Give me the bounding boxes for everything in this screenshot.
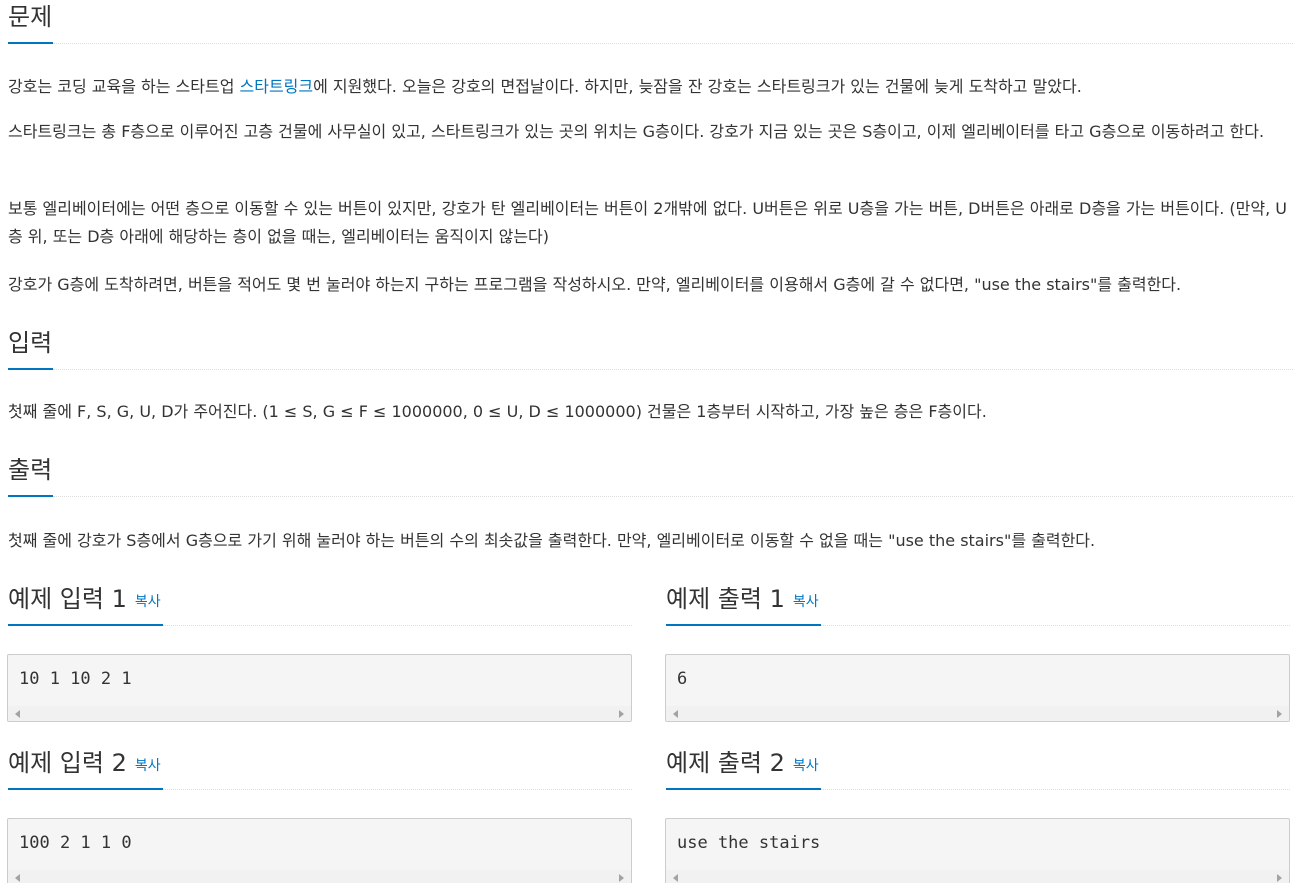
sample-input-1-header: 예제 입력 1 복사 xyxy=(8,582,632,626)
problem-title-divider xyxy=(53,43,1293,44)
output-title-underline xyxy=(8,495,53,497)
sample-output-2-box[interactable]: use the stairs xyxy=(665,818,1290,883)
copy-sample-input-2-button[interactable]: 복사 xyxy=(135,758,161,774)
sample-output-1-scrollbar[interactable] xyxy=(666,706,1289,721)
copy-sample-output-1-button[interactable]: 복사 xyxy=(793,594,819,610)
sample-output-1-divider xyxy=(821,625,1290,626)
sample-input-2-box[interactable]: 100 2 1 1 0 xyxy=(7,818,632,883)
sample-output-2-underline xyxy=(666,788,821,790)
sample-output-1-code: 6 xyxy=(677,669,688,689)
sample-input-1-title: 예제 입력 1 xyxy=(8,585,127,613)
sample-output-2-code: use the stairs xyxy=(677,833,821,853)
problem-title-underline xyxy=(8,42,53,44)
scroll-left-arrow-icon[interactable] xyxy=(673,874,678,882)
problem-title: 문제 xyxy=(8,3,53,31)
sample-input-1-divider xyxy=(163,625,632,626)
input-section-header: 입력 xyxy=(8,326,1293,370)
scroll-left-arrow-icon[interactable] xyxy=(15,874,20,882)
sample-input-1-scrollbar[interactable] xyxy=(8,706,631,721)
problem-paragraph-3: 보통 엘리베이터에는 어떤 층으로 이동할 수 있는 버튼이 있지만, 강호가 … xyxy=(8,199,1287,246)
sample-input-1-box[interactable]: 10 1 10 2 1 xyxy=(7,654,632,722)
output-description: 첫째 줄에 강호가 S층에서 G층으로 가기 위해 눌러야 하는 버튼의 수의 … xyxy=(8,531,1096,550)
scroll-left-arrow-icon[interactable] xyxy=(673,710,678,718)
scroll-right-arrow-icon[interactable] xyxy=(619,710,624,718)
copy-sample-input-1-button[interactable]: 복사 xyxy=(135,594,161,610)
sample-input-1-code: 10 1 10 2 1 xyxy=(19,669,132,689)
problem-page: 문제 강호는 코딩 교육을 하는 스타트업 스타트링크에 지원했다. 오늘은 강… xyxy=(0,0,1301,883)
input-title-underline xyxy=(8,368,53,370)
scroll-right-arrow-icon[interactable] xyxy=(619,874,624,882)
startlink-link[interactable]: 스타트링크 xyxy=(240,77,314,96)
scroll-right-arrow-icon[interactable] xyxy=(1277,874,1282,882)
sample-input-2-divider xyxy=(163,789,632,790)
sample-output-1-underline xyxy=(666,624,821,626)
scroll-left-arrow-icon[interactable] xyxy=(15,710,20,718)
problem-paragraph-2: 스타트링크는 총 F층으로 이루어진 고층 건물에 사무실이 있고, 스타트링크… xyxy=(8,122,1265,141)
output-title-divider xyxy=(53,496,1293,497)
problem-section-header: 문제 xyxy=(8,0,1293,44)
sample-output-2-divider xyxy=(821,789,1290,790)
input-description: 첫째 줄에 F, S, G, U, D가 주어진다. (1 ≤ S, G ≤ F… xyxy=(8,402,987,421)
input-title-divider xyxy=(53,369,1293,370)
sample-input-2-title: 예제 입력 2 xyxy=(8,749,127,777)
input-title: 입력 xyxy=(8,329,53,357)
problem-paragraph-1: 강호는 코딩 교육을 하는 스타트업 스타트링크에 지원했다. 오늘은 강호의 … xyxy=(8,77,1082,96)
sample-output-2-header: 예제 출력 2 복사 xyxy=(666,746,1290,790)
sample-output-1-box[interactable]: 6 xyxy=(665,654,1290,722)
sample-output-2-title: 예제 출력 2 xyxy=(666,749,785,777)
output-section-header: 출력 xyxy=(8,453,1293,497)
sample-input-2-header: 예제 입력 2 복사 xyxy=(8,746,632,790)
problem-paragraph-4: 강호가 G층에 도착하려면, 버튼을 적어도 몇 번 눌러야 하는지 구하는 프… xyxy=(8,275,1182,294)
copy-sample-output-2-button[interactable]: 복사 xyxy=(793,758,819,774)
scroll-right-arrow-icon[interactable] xyxy=(1277,710,1282,718)
sample-input-2-underline xyxy=(8,788,163,790)
output-title: 출력 xyxy=(8,456,53,484)
sample-output-1-header: 예제 출력 1 복사 xyxy=(666,582,1290,626)
sample-input-2-scrollbar[interactable] xyxy=(8,870,631,883)
sample-output-2-scrollbar[interactable] xyxy=(666,870,1289,883)
sample-output-1-title: 예제 출력 1 xyxy=(666,585,785,613)
sample-input-1-underline xyxy=(8,624,163,626)
sample-input-2-code: 100 2 1 1 0 xyxy=(19,833,132,853)
